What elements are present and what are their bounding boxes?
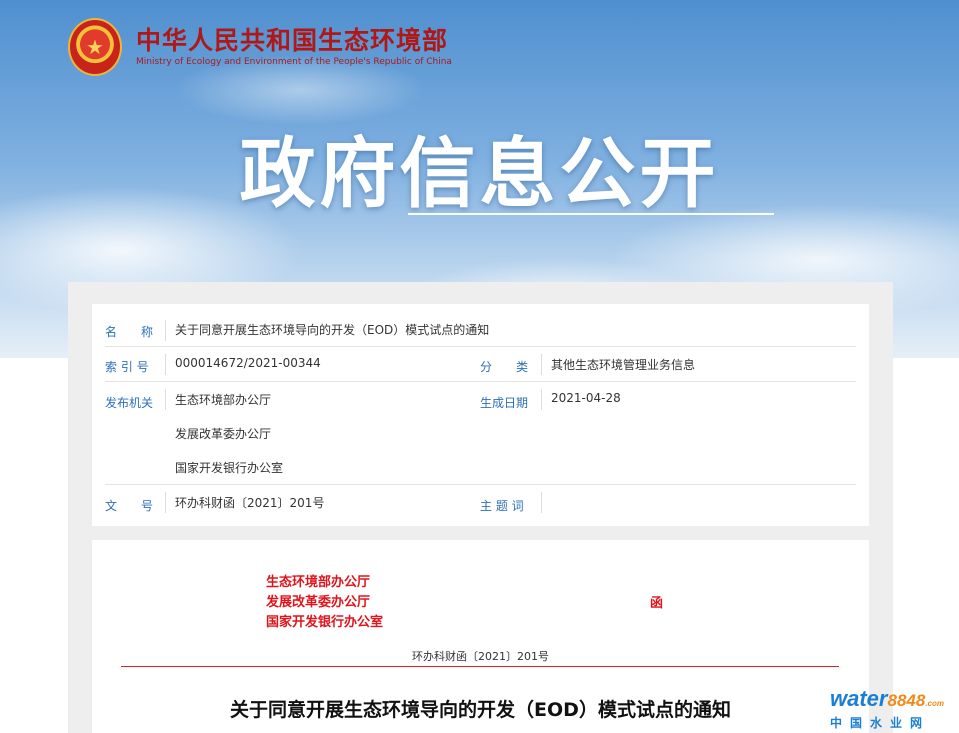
document-type-label: 函 [650,596,664,611]
watermark-logo: water8848.com 中国水业网 [830,688,944,731]
row-divider [165,389,166,410]
document-issuer: 发展改革委办公厅 [266,595,371,610]
category-label: 分 类 [480,360,529,374]
ministry-name-en: Ministry of Ecology and Environment of t… [136,57,452,67]
date-label: 生成日期 [480,396,529,410]
row-divider [165,492,166,513]
banner-title: 政府信息公开 [239,129,720,218]
docno-value: 环办科财函〔2021〕201号 [175,496,325,510]
watermark-brand: water8848.com [830,688,944,715]
metadata-table: 名 称 关于同意开展生态环境导向的开发（EOD）模式试点的通知 索 引 号 00… [92,304,869,526]
meta-row-issuer: 发布机关 生态环境部办公厅 发展改革委办公厅 国家开发银行办公室 生成日期 20… [105,383,856,485]
meta-row-name: 名 称 关于同意开展生态环境导向的开发（EOD）模式试点的通知 [105,314,856,347]
document-issuer: 生态环境部办公厅 [266,575,371,590]
watermark-cn: 中国水业网 [830,716,931,730]
index-label: 索 引 号 [105,360,149,374]
issuer-value: 生态环境部办公厅 [175,393,272,407]
row-divider [541,354,542,375]
document-body: 生态环境部办公厅 发展改革委办公厅 国家开发银行办公室 函 环办科财函〔2021… [92,540,869,733]
watermark-suffix: .com [925,699,944,708]
issuer-value: 国家开发银行办公室 [175,461,284,475]
issuer-label: 发布机关 [105,396,154,410]
red-divider [121,666,839,667]
row-divider [165,320,166,341]
banner-underline [408,213,774,215]
document-number: 环办科财函〔2021〕201号 [412,650,549,663]
name-value: 关于同意开展生态环境导向的开发（EOD）模式试点的通知 [175,323,490,337]
name-label: 名 称 [105,325,154,339]
ministry-name: 中华人民共和国生态环境部 Ministry of Ecology and Env… [136,26,452,68]
category-value: 其他生态环境管理业务信息 [551,358,696,372]
watermark-number: 8848 [887,691,926,710]
row-divider [541,389,542,410]
index-value: 000014672/2021-00344 [175,356,321,370]
document-issuer: 国家开发银行办公室 [266,615,384,630]
row-divider [541,492,542,513]
document-title: 关于同意开展生态环境导向的开发（EOD）模式试点的通知 [230,699,731,721]
date-value: 2021-04-28 [551,391,621,405]
docno-label: 文 号 [105,499,154,513]
meta-row-docno: 文 号 环办科财函〔2021〕201号 主 题 词 [105,486,856,519]
meta-row-index: 索 引 号 000014672/2021-00344 分 类 其他生态环境管理业… [105,348,856,382]
keywords-label: 主 题 词 [480,499,524,513]
issuer-value: 发展改革委办公厅 [175,427,272,441]
site-logo[interactable]: ★ 中华人民共和国生态环境部 Ministry of Ecology and E… [68,18,452,76]
watermark-brand-word: water [830,686,888,711]
national-emblem-icon: ★ [68,18,122,76]
ministry-name-cn: 中华人民共和国生态环境部 [136,26,449,55]
row-divider [165,354,166,375]
